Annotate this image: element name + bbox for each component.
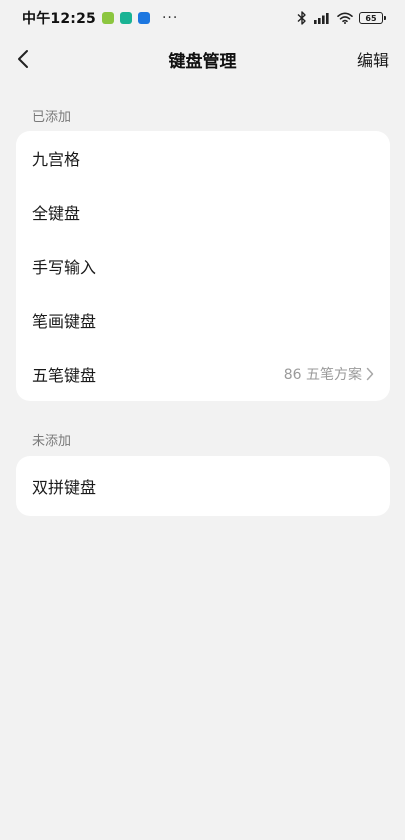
wubi-scheme-value: 86 五笔方案 xyxy=(283,367,362,383)
section-label-added: 已添加 xyxy=(32,110,72,125)
header: 键盘管理 编辑 xyxy=(0,38,405,80)
keyboard-item-label: 双拼键盘 xyxy=(32,478,97,497)
shield-notification-icon xyxy=(119,12,132,24)
keyboard-item-label: 笔画键盘 xyxy=(32,312,97,331)
status-bar: 中午12:25 ··· 65 xyxy=(0,0,405,36)
keyboard-item-handwriting[interactable]: 手写输入 xyxy=(16,239,390,293)
page-title: 键盘管理 xyxy=(168,51,237,72)
keyboard-item-label: 全键盘 xyxy=(32,204,81,223)
wubi-scheme-selector[interactable]: 86 五笔方案 xyxy=(284,364,374,384)
status-left: 中午12:25 ··· xyxy=(22,8,178,28)
added-keyboards-card: 九宫格 全键盘 手写输入 笔画键盘 五笔键盘 86 五笔方案 xyxy=(16,131,390,401)
screen: 中午12:25 ··· 65 键盘管理 编辑 已添加 九宫格 全键盘 手写输入 … xyxy=(0,0,405,840)
keyboard-item-full[interactable]: 全键盘 xyxy=(16,185,390,239)
chevron-left-icon xyxy=(18,50,28,68)
edit-button[interactable]: 编辑 xyxy=(357,47,389,71)
more-notifications-icon: ··· xyxy=(161,10,179,26)
keyboard-item-stroke[interactable]: 笔画键盘 xyxy=(16,293,390,347)
section-label-not-added: 未添加 xyxy=(32,434,72,449)
keyboard-item-nine-grid[interactable]: 九宫格 xyxy=(16,131,390,185)
keyboard-item-label: 九宫格 xyxy=(32,150,81,169)
wifi-icon xyxy=(337,12,353,24)
not-added-keyboards-card: 双拼键盘 xyxy=(16,456,390,516)
keyboard-item-wubi[interactable]: 五笔键盘 86 五笔方案 xyxy=(16,347,390,401)
app-notification-icon xyxy=(101,12,114,24)
keyboard-item-shuangpin[interactable]: 双拼键盘 xyxy=(16,456,390,516)
status-time: 中午12:25 xyxy=(22,11,96,27)
back-button[interactable] xyxy=(10,46,36,72)
keyboard-item-label: 五笔键盘 xyxy=(32,366,97,385)
chevron-right-icon xyxy=(366,367,374,381)
keyboard-item-label: 手写输入 xyxy=(32,258,97,277)
zhihu-notification-icon xyxy=(137,12,150,24)
status-right: 65 xyxy=(297,11,386,25)
battery-icon: 65 xyxy=(359,12,386,24)
bluetooth-icon xyxy=(297,11,306,25)
cell-signal-icon xyxy=(314,13,329,24)
